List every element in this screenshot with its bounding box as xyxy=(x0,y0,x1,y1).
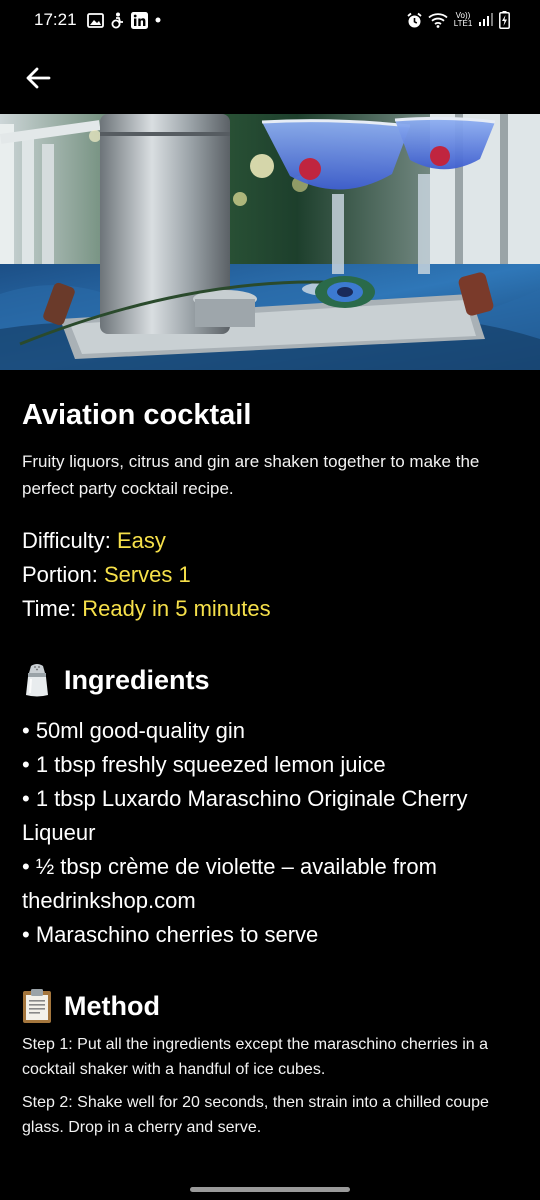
status-right-icons: Vo)) LTE1 xyxy=(406,11,510,29)
ingredients-title: Ingredients xyxy=(64,664,210,695)
gesture-nav-handle[interactable] xyxy=(190,1187,350,1192)
linkedin-icon xyxy=(130,11,148,29)
list-item: • 50ml good-quality gin xyxy=(22,718,245,743)
status-bar: 17:21 Vo)) LTE1 xyxy=(0,0,540,40)
recipe-description: Fruity liquors, citrus and gin are shake… xyxy=(22,452,480,498)
method-step: Step 2: Shake well for 20 seconds, then … xyxy=(22,1094,489,1136)
ingredients-header: Ingredients xyxy=(22,662,518,698)
portion-label: Portion: xyxy=(22,562,104,587)
portion-row: Portion: Serves 1 xyxy=(22,558,518,592)
difficulty-label: Difficulty: xyxy=(22,528,117,553)
app-bar xyxy=(0,40,540,114)
clipboard-icon xyxy=(23,989,51,1023)
portion-value: Serves 1 xyxy=(103,562,191,587)
status-left-icons xyxy=(86,11,162,29)
method-header: Method xyxy=(22,988,518,1024)
dot-icon xyxy=(155,17,161,23)
arrow-left-icon xyxy=(26,67,51,89)
list-item: • 1 tbsp Luxardo Maraschino Originale Ch… xyxy=(22,786,468,845)
time-value: Ready in 5 minutes xyxy=(82,596,271,621)
recipe-meta: Difficulty: Easy Portion: Serves 1 Time:… xyxy=(22,524,518,626)
back-button[interactable] xyxy=(20,60,56,96)
method-step: Step 1: Put all the ingredients except t… xyxy=(22,1036,489,1078)
network-label: Vo)) LTE1 xyxy=(453,11,473,28)
gallery-icon xyxy=(86,12,104,28)
wifi-icon xyxy=(428,13,448,28)
signal-icon xyxy=(479,13,493,26)
hero-image xyxy=(0,114,540,370)
difficulty-value: Easy xyxy=(116,528,166,553)
ingredients-list: • 50ml good-quality gin • 1 tbsp freshly… xyxy=(22,714,518,952)
list-item: • ½ tbsp crème de violette – available f… xyxy=(22,854,437,913)
salt-shaker-icon xyxy=(26,664,48,697)
cocktail-photo xyxy=(0,114,540,370)
accessibility-icon xyxy=(111,12,123,28)
recipe-content: Aviation cocktail Fruity liquors, citrus… xyxy=(0,370,540,1140)
list-item: • 1 tbsp freshly squeezed lemon juice xyxy=(22,752,386,777)
alarm-icon xyxy=(407,12,422,27)
status-time: 17:21 xyxy=(34,10,77,29)
time-row: Time: Ready in 5 minutes xyxy=(22,592,518,626)
list-item: • Maraschino cherries to serve xyxy=(22,922,319,947)
time-label: Time: xyxy=(22,596,83,621)
difficulty-row: Difficulty: Easy xyxy=(22,524,518,558)
method-title: Method xyxy=(64,990,160,1021)
recipe-title: Aviation cocktail xyxy=(22,399,252,431)
battery-charging-icon xyxy=(499,11,510,29)
